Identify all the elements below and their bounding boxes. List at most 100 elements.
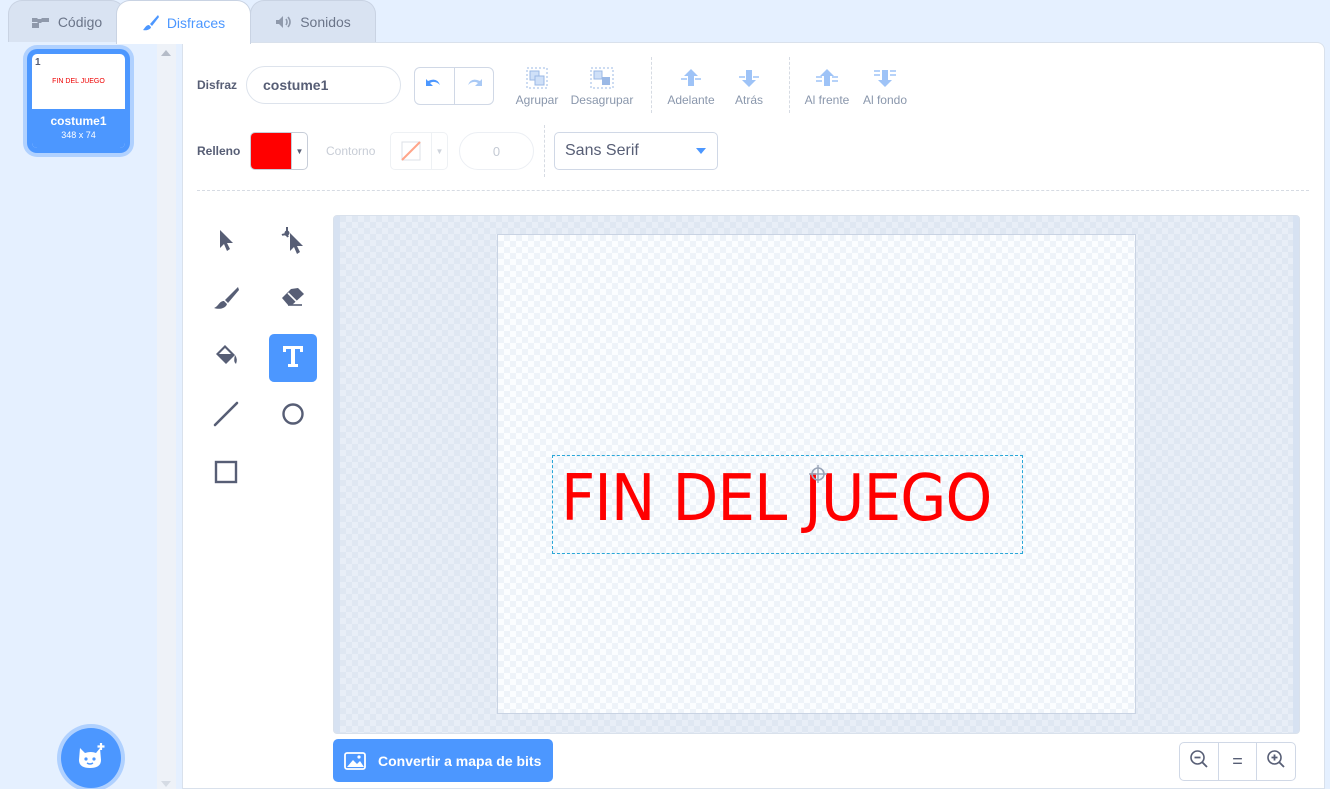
undo-redo-group [414,67,494,105]
toolbar-divider [789,57,790,113]
scroll-up-arrow-icon[interactable] [161,50,171,56]
caret-down-icon [696,148,706,154]
costume-name-input[interactable]: costume1 [246,66,401,104]
dropdown-arrow-icon: ▼ [291,133,307,169]
paintbrush-icon [142,14,160,32]
ungroup-icon [569,63,635,93]
to-back-button[interactable]: Al fondo [859,63,911,107]
costume-label: costume1 348 x 74 [32,109,125,148]
text-tool[interactable] [269,334,317,382]
canvas-edge-left [334,216,340,733]
eraser-icon [279,286,307,315]
speaker-icon [275,15,293,29]
backward-button[interactable]: Atrás [728,63,770,107]
forward-button[interactable]: Adelante [663,63,719,107]
costume-card-inner: 1 FIN DEL JUEGO costume1 348 x 74 [30,52,127,150]
code-blocks-icon [31,15,51,29]
forward-label: Adelante [667,93,715,107]
backward-label: Atrás [734,93,763,107]
zoom-out-icon [1189,749,1209,774]
costume-size: 348 x 74 [61,130,96,140]
font-select-value: Sans Serif [565,142,639,159]
undo-icon [424,77,444,96]
costume-name: costume1 [50,114,107,128]
rectangle-icon [213,459,239,490]
cat-add-icon [76,742,106,775]
select-tool[interactable] [202,218,250,266]
ungroup-label: Desagrupar [570,93,634,107]
costume-thumbnail: FIN DEL JUEGO [52,78,105,85]
costume-stage[interactable]: FIN DEL JUEGO [497,234,1136,714]
convert-to-bitmap-label: Convertir a mapa de bits [378,752,542,769]
arrow-up-icon [663,63,719,93]
costume-name-label: Disfraz [197,78,238,92]
font-select[interactable]: Sans Serif [554,132,718,170]
zoom-in-button[interactable] [1256,743,1295,780]
outline-color-picker[interactable]: ▼ [390,132,448,170]
line-icon [212,400,240,433]
reshape-tool[interactable] [269,218,317,266]
line-tool[interactable] [202,392,250,440]
fill-label: Relleno [197,144,241,158]
add-costume-button[interactable] [61,728,121,788]
redo-button[interactable] [455,68,494,104]
paint-editor: Disfraz costume1 Agrupar Desagrupar Adel… [182,42,1325,789]
fill-color-picker[interactable]: ▼ [250,132,308,170]
costume-list: 1 FIN DEL JUEGO costume1 348 x 74 [0,42,157,789]
eraser-tool[interactable] [269,276,317,324]
no-outline-icon [391,133,431,169]
zoom-reset-button[interactable]: = [1217,743,1257,780]
circle-icon [280,401,306,432]
group-label: Agrupar [515,93,559,107]
circle-tool[interactable] [269,392,317,440]
image-icon [344,751,366,770]
arrow-down-icon [728,63,770,93]
outline-label: Contorno [326,144,376,158]
tab-code-label: Código [57,14,103,30]
reshape-cursor-icon [279,225,307,260]
costume-card[interactable]: 1 FIN DEL JUEGO costume1 348 x 74 [27,49,130,153]
group-button[interactable]: Agrupar [513,63,561,107]
zoom-in-icon [1266,749,1286,774]
outline-width-input[interactable]: 0 [459,132,534,170]
tab-sounds[interactable]: Sonidos [250,0,376,43]
arrow-to-back-icon [859,63,911,93]
tab-costumes[interactable]: Disfraces [116,0,251,44]
to-back-label: Al fondo [862,93,908,107]
text-selection-box[interactable]: FIN DEL JUEGO [552,455,1023,554]
arrow-cursor-icon [215,227,237,258]
tab-costumes-label: Disfraces [166,14,226,31]
canvas-edge-right [1293,216,1299,733]
zoom-reset-label: = [1232,751,1243,771]
rotation-center-icon[interactable] [808,464,828,489]
tab-sounds-label: Sonidos [300,14,351,30]
tab-code[interactable]: Código [8,0,125,43]
to-front-button[interactable]: Al frente [801,63,853,107]
text-t-icon [280,343,306,374]
zoom-controls: = [1179,742,1296,781]
rectangle-tool[interactable] [202,450,250,498]
convert-to-bitmap-button[interactable]: Convertir a mapa de bits [333,739,553,782]
toolbar-divider [544,125,545,177]
dropdown-arrow-icon: ▼ [431,133,447,169]
scroll-down-arrow-icon[interactable] [161,781,171,787]
toolbar-divider [651,57,652,113]
toolbar-separator [197,190,1309,191]
paint-canvas[interactable]: FIN DEL JUEGO [333,215,1300,734]
zoom-out-button[interactable] [1180,743,1218,780]
costume-number: 1 [35,57,41,68]
to-front-label: Al frente [804,93,850,107]
group-icon [513,63,561,93]
editor-tabs: Código Disfraces Sonidos [0,0,1330,44]
sidebar-scrollbar[interactable] [157,42,176,789]
ungroup-button[interactable]: Desagrupar [569,63,635,107]
fill-tool[interactable] [202,334,250,382]
brush-icon [212,285,240,316]
canvas-text[interactable]: FIN DEL JUEGO [561,462,992,536]
costume-sidebar: 1 FIN DEL JUEGO costume1 348 x 74 [0,42,176,789]
paint-bucket-icon [212,343,240,374]
brush-tool[interactable] [202,276,250,324]
fill-color-swatch [251,133,291,169]
redo-icon [464,77,484,96]
undo-button[interactable] [415,68,455,104]
